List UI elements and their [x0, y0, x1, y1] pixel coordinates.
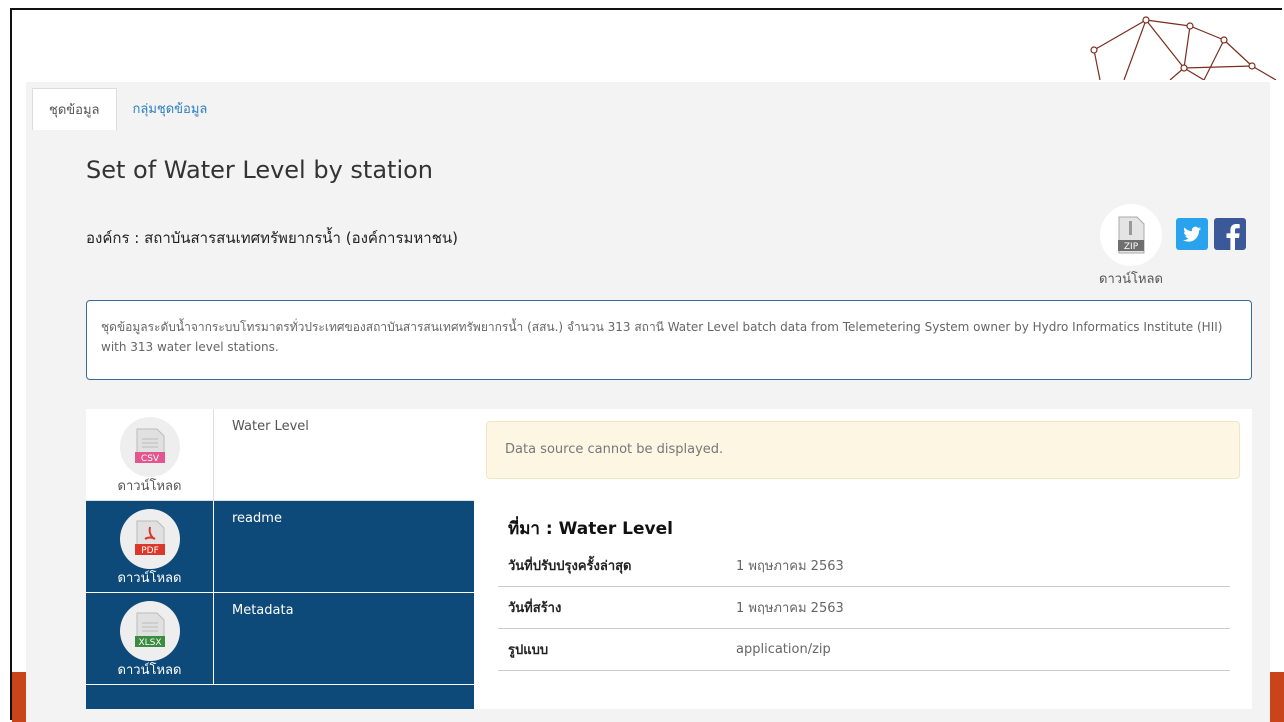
tab-bar: ชุดข้อมูล กลุ่มชุดข้อมูล — [32, 88, 223, 130]
dataset-panel: ชุดข้อมูล กลุ่มชุดข้อมูล Set of Water Le… — [26, 82, 1270, 722]
resource-download-button[interactable]: CSV ดาวน์โหลด — [86, 409, 214, 501]
preview-alert: Data source cannot be displayed. — [486, 421, 1240, 479]
resource-item-metadata[interactable]: XLSX ดาวน์โหลด Metadata — [86, 593, 474, 685]
organization-label: องค์กร : สถาบันสารสนเทศทรัพยากรน้ำ (องค์… — [86, 229, 459, 247]
metadata-row: วันที่สร้าง 1 พฤษภาคม 2563 — [498, 587, 1230, 629]
metadata-row: รูปแบบ application/zip — [498, 629, 1230, 671]
metadata-table: วันที่ปรับปรุงครั้งล่าสุด 1 พฤษภาคม 2563… — [498, 545, 1230, 671]
dataset-description: ชุดข้อมูลระดับน้ำจากระบบโทรมาตรทั่วประเท… — [86, 300, 1252, 380]
resource-item-readme[interactable]: PDF ดาวน์โหลด readme — [86, 501, 474, 593]
facebook-icon[interactable] — [1214, 218, 1246, 250]
dataset-title: Set of Water Level by station — [86, 156, 434, 184]
metadata-key: วันที่สร้าง — [508, 601, 562, 616]
resource-icon-circle: XLSX — [119, 601, 180, 661]
svg-text:PDF: PDF — [141, 546, 159, 556]
resource-list: CSV ดาวน์โหลด Water Level PDF ดาวน์โหลด … — [86, 409, 474, 709]
slide-accent-right — [1270, 672, 1284, 722]
metadata-row: วันที่ปรับปรุงครั้งล่าสุด 1 พฤษภาคม 2563 — [498, 545, 1230, 587]
resource-name[interactable]: readme — [214, 501, 474, 593]
metadata-value: 1 พฤษภาคม 2563 — [736, 559, 844, 574]
resource-icon-circle: CSV — [119, 417, 180, 477]
resource-download-label: ดาวน์โหลด — [117, 479, 182, 494]
csv-file-icon: CSV — [134, 428, 165, 464]
resource-download-label: ดาวน์โหลด — [117, 571, 182, 586]
svg-text:CSV: CSV — [140, 454, 159, 464]
resource-name[interactable]: Water Level — [214, 409, 474, 501]
source-title: ที่มา : Water Level — [508, 519, 673, 539]
resource-name[interactable]: Metadata — [214, 593, 474, 685]
download-all-button[interactable]: ZIP ดาวน์โหลด — [1092, 204, 1170, 289]
resource-item-water-level[interactable]: CSV ดาวน์โหลด Water Level — [86, 409, 474, 501]
resource-icon-circle: PDF — [119, 509, 180, 569]
network-decoration — [1090, 16, 1277, 80]
twitter-icon[interactable] — [1176, 218, 1208, 250]
xlsx-file-icon: XLSX — [134, 612, 165, 648]
resource-preview: Data source cannot be displayed. ที่มา :… — [474, 409, 1252, 709]
zip-file-icon: ZIP — [1118, 216, 1145, 254]
svg-text:ZIP: ZIP — [1124, 242, 1139, 252]
tab-dataset[interactable]: ชุดข้อมูล — [32, 88, 117, 130]
metadata-value: 1 พฤษภาคม 2563 — [736, 601, 844, 616]
svg-text:XLSX: XLSX — [138, 638, 161, 648]
metadata-value: application/zip — [736, 642, 831, 657]
metadata-key: รูปแบบ — [508, 643, 549, 658]
download-all-label: ดาวน์โหลด — [1099, 272, 1163, 287]
resource-download-button[interactable]: XLSX ดาวน์โหลด — [86, 593, 214, 685]
zip-file-circle: ZIP — [1100, 204, 1162, 266]
tab-dataset-group[interactable]: กลุ่มชุดข้อมูล — [117, 88, 224, 130]
tab-content: Set of Water Level by station องค์กร : ส… — [26, 130, 1270, 722]
resource-download-button[interactable]: PDF ดาวน์โหลด — [86, 501, 214, 593]
slide-accent-left — [12, 672, 26, 722]
resource-download-label: ดาวน์โหลด — [117, 663, 182, 678]
metadata-key: วันที่ปรับปรุงครั้งล่าสุด — [508, 559, 632, 574]
pdf-file-icon: PDF — [134, 520, 165, 556]
